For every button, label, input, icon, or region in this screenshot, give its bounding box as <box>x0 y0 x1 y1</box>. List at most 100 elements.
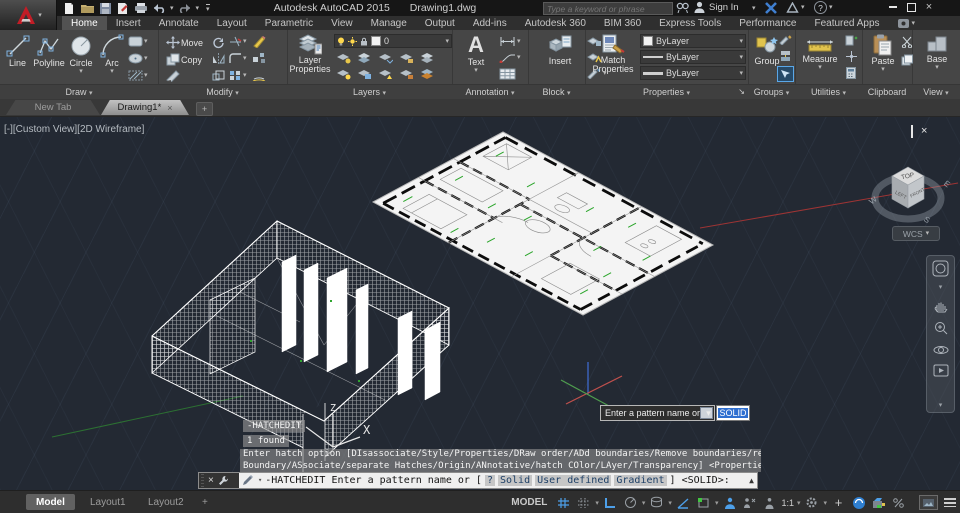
ribbon-display-toggle[interactable]: ▾ <box>889 16 925 30</box>
tool-circle[interactable]: Circle ▾ <box>66 34 96 75</box>
layer-tools-row1[interactable] <box>336 52 435 64</box>
recent-input-icon[interactable]: ▾ <box>700 407 713 419</box>
customization-plus-button[interactable]: + <box>830 494 847 511</box>
viewport-controls-label[interactable]: [-][Custom View][2D Wireframe] <box>4 124 144 135</box>
exchange-apps-icon[interactable] <box>764 2 778 14</box>
recent-commands-icon[interactable]: ▲ <box>749 476 754 485</box>
command-close-icon[interactable]: × <box>208 475 214 486</box>
tool-cut[interactable] <box>901 36 913 48</box>
panel-view[interactable]: View ▾ <box>912 85 960 99</box>
customization-menu-icon[interactable] <box>941 494 958 511</box>
tool-mirror[interactable] <box>212 53 225 64</box>
layout2-tab[interactable]: Layout2 <box>138 494 194 510</box>
tool-table[interactable] <box>499 68 516 80</box>
redo-button[interactable] <box>178 2 192 14</box>
layer-select[interactable]: 0 ▾ <box>334 34 452 48</box>
tool-base[interactable]: Base ▾ <box>919 34 955 71</box>
workspace-switching-gear[interactable] <box>803 494 820 511</box>
tool-text[interactable]: A Text ▾ <box>458 32 494 74</box>
tab-express-tools[interactable]: Express Tools <box>650 16 730 30</box>
new-drawing-plus-button[interactable]: + <box>196 102 213 116</box>
object-snap-dropdown[interactable]: ▾ <box>715 499 719 507</box>
lineweight-select[interactable]: ByLayer ▾ <box>640 66 746 80</box>
viewport-restore-icon[interactable] <box>911 125 913 138</box>
tool-layer-properties[interactable]: Layer Properties <box>289 33 331 74</box>
tool-explode[interactable] <box>252 52 266 64</box>
linetype-select[interactable]: ByLayer ▾ <box>640 50 746 64</box>
tool-insert-block[interactable]: Insert <box>541 34 579 66</box>
navigation-wheel-icon[interactable] <box>932 260 949 277</box>
tab-parametric[interactable]: Parametric <box>256 16 322 30</box>
ortho-toggle[interactable] <box>602 494 619 511</box>
isodraft-toggle[interactable] <box>648 494 665 511</box>
new-file-button[interactable] <box>62 2 76 14</box>
tab-bim360[interactable]: BIM 360 <box>595 16 650 30</box>
file-tab-new[interactable]: New Tab <box>6 100 100 115</box>
panel-block[interactable]: Block ▾ <box>528 85 585 99</box>
polar-tracking-toggle[interactable] <box>622 494 639 511</box>
tool-arc[interactable]: Arc ▾ <box>98 34 126 75</box>
object-snap-tracking-toggle[interactable] <box>675 494 692 511</box>
tool-fillet[interactable]: ▾ <box>229 53 247 64</box>
viewport-close-icon[interactable]: × <box>921 126 927 137</box>
tool-line[interactable]: Line <box>3 34 32 68</box>
command-line-window[interactable]: × ▾ -HATCHEDIT Enter a pattern name or [… <box>198 472 758 489</box>
snap-dropdown[interactable]: ▾ <box>595 499 599 507</box>
isodraft-dropdown[interactable]: ▾ <box>668 499 672 507</box>
panel-draw[interactable]: Draw ▾ <box>0 85 158 99</box>
tab-performance[interactable]: Performance <box>730 16 805 30</box>
annotation-scale-value[interactable]: 1:1 <box>781 498 794 508</box>
undo-dropdown[interactable]: ▾ <box>170 5 174 12</box>
file-tab-drawing1[interactable]: Drawing1* × <box>101 100 189 115</box>
viewcube-cube[interactable]: TOP LEFT FRONT <box>891 166 926 209</box>
open-file-button[interactable] <box>80 2 94 14</box>
new-layout-plus-button[interactable]: + <box>196 494 214 510</box>
tool-quick-calc[interactable] <box>846 67 856 79</box>
tab-annotate[interactable]: Annotate <box>150 16 208 30</box>
help-search-box[interactable] <box>543 2 673 15</box>
undo-button[interactable] <box>152 2 166 14</box>
sign-in-control[interactable]: Sign In <box>694 1 739 13</box>
tab-featured-apps[interactable]: Featured Apps <box>805 16 888 30</box>
redo-dropdown[interactable]: ▾ <box>196 5 200 12</box>
tool-ungroup[interactable] <box>780 50 791 62</box>
tool-copy[interactable]: Copy <box>166 53 202 66</box>
tool-group-selection-toggle[interactable] <box>777 66 794 82</box>
minimize-button[interactable] <box>884 1 902 13</box>
tool-rotate[interactable] <box>212 36 225 49</box>
tab-addins[interactable]: Add-ins <box>464 16 516 30</box>
search-go-icon[interactable] <box>676 2 689 13</box>
tool-dimension[interactable]: ▾ <box>499 36 521 47</box>
customize-wrench-icon[interactable] <box>218 475 229 486</box>
help-button[interactable]: ? ▾ <box>814 1 833 14</box>
model-space-canvas[interactable] <box>0 116 960 490</box>
layout1-tab[interactable]: Layout1 <box>80 494 136 510</box>
autodesk360-icon[interactable]: ▾ <box>786 2 805 13</box>
close-tab-icon[interactable]: × <box>167 103 172 113</box>
model-tab[interactable]: Model <box>26 494 75 510</box>
tool-copy-clip[interactable] <box>901 54 913 66</box>
option-solid[interactable]: Solid <box>498 475 533 486</box>
restore-button[interactable] <box>902 1 920 13</box>
navbar-customize-icon[interactable]: ▾ <box>939 402 943 409</box>
tool-group-edit[interactable] <box>779 34 792 45</box>
tab-insert[interactable]: Insert <box>107 16 150 30</box>
annotation-visibility-toggle[interactable] <box>721 494 738 511</box>
zoom-icon[interactable] <box>933 320 949 336</box>
qat-customize-dropdown[interactable]: ▾ <box>206 3 210 13</box>
annotation-scale-person-icon[interactable] <box>761 494 778 511</box>
sign-in-dropdown[interactable]: ▾ <box>752 5 756 12</box>
hardware-acceleration-button[interactable] <box>919 495 938 510</box>
tool-point[interactable] <box>846 51 857 62</box>
tool-ellipse[interactable]: ▾ <box>128 53 148 64</box>
pan-hand-icon[interactable] <box>933 298 948 313</box>
tool-match-properties[interactable]: Match Properties <box>590 33 636 74</box>
object-color-select[interactable]: ByLayer ▾ <box>640 34 746 48</box>
option-user-defined[interactable]: User defined <box>535 475 612 486</box>
wcs-dropdown[interactable]: WCS ▾ <box>892 226 940 241</box>
plot-button[interactable] <box>134 2 148 14</box>
app-logo-button[interactable]: ▾ <box>0 0 57 30</box>
tab-output[interactable]: Output <box>416 16 464 30</box>
annotation-autoscale-toggle[interactable] <box>741 494 758 511</box>
tool-array[interactable]: ▾ <box>229 70 247 81</box>
